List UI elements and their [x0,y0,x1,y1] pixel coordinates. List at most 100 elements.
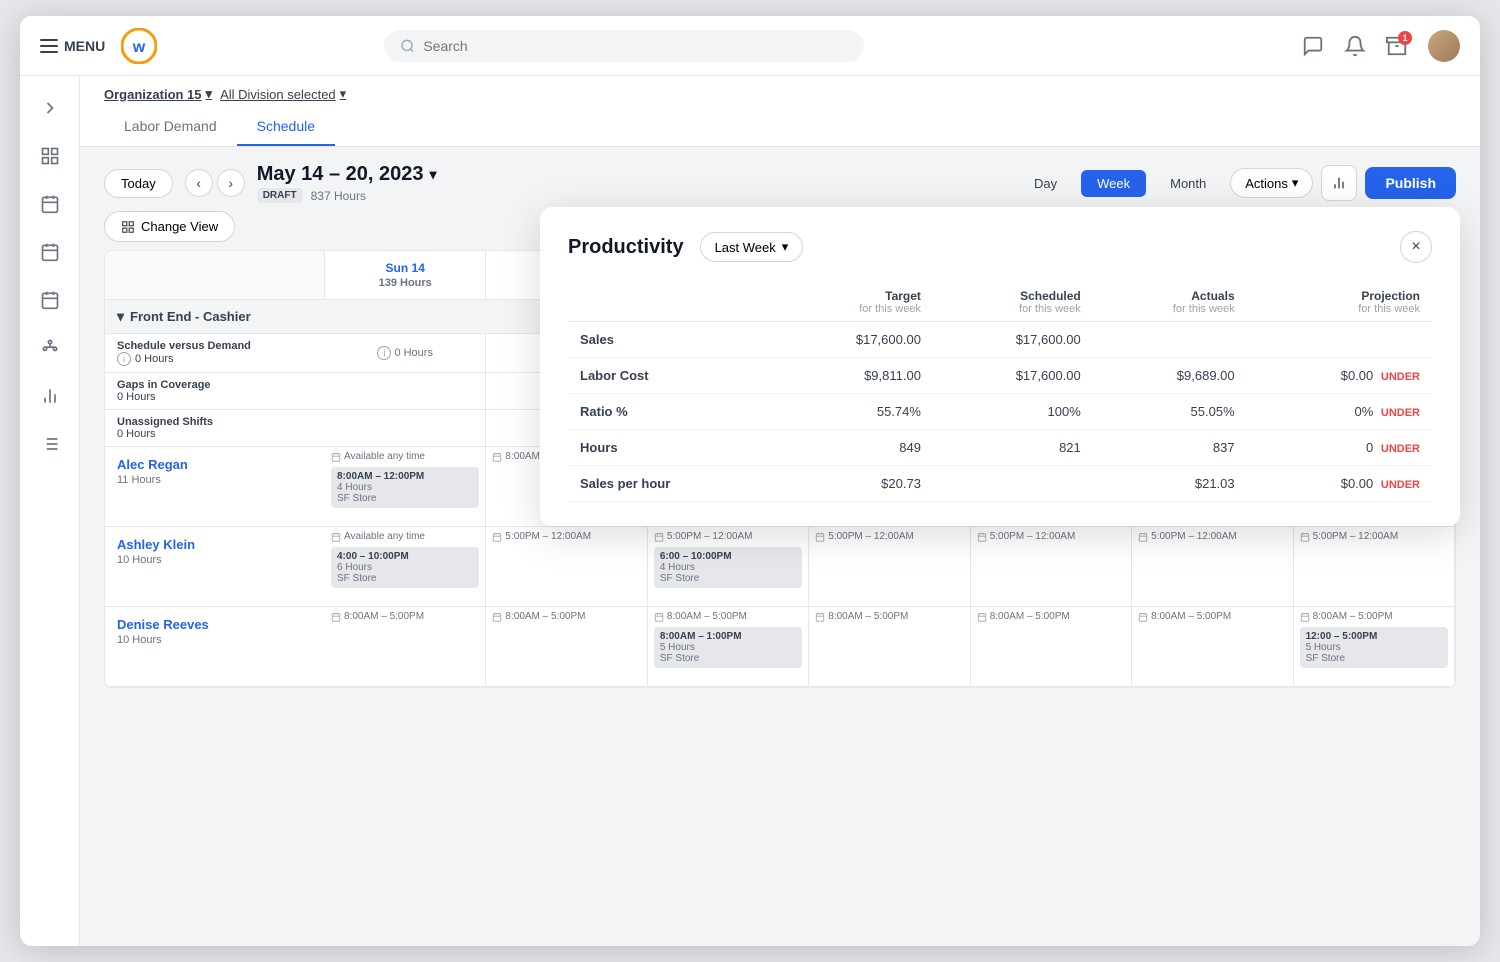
employee-row-2: Denise Reeves 10 Hours 8:00AM – 5:00PM 8… [105,607,1455,687]
prod-col-header-4: Projection for this week [1247,283,1432,322]
prod-row-hours: Hours 849 821 837 0 UNDER [568,430,1432,466]
employee-name-1[interactable]: Ashley Klein [117,537,313,552]
actions-button[interactable]: Actions ▾ [1230,168,1313,198]
employee-info-1: Ashley Klein 10 Hours [105,527,325,606]
employee-2-slot-6[interactable]: 8:00AM – 5:00PM 12:00 – 5:00PM 5 Hours S… [1294,607,1455,686]
employee-2-slot-0[interactable]: 8:00AM – 5:00PM [325,607,486,686]
under-tag-laborcost: UNDER [1381,371,1420,383]
header-empty [105,251,325,299]
workday-logo: w [121,28,157,64]
sidebar-icon-grid[interactable] [30,136,70,176]
employee-2-slot-5[interactable]: 8:00AM – 5:00PM [1132,607,1293,686]
user-avatar[interactable] [1428,30,1460,62]
nav-arrows: ‹ › [185,169,245,197]
view-day-button[interactable]: Day [1018,170,1073,197]
sidebar-icon-chart[interactable] [30,376,70,416]
menu-button[interactable]: MENU [40,38,105,54]
prod-val-laborcost-0: $9,811.00 [773,358,933,394]
notifications-icon[interactable] [1344,35,1366,57]
today-button[interactable]: Today [104,169,173,198]
prod-val-hours-3: 0 UNDER [1247,430,1432,466]
date-dropdown-icon[interactable]: ▾ [430,166,437,183]
inbox-icon[interactable]: 1 [1386,35,1408,57]
prod-label-laborcost: Labor Cost [568,358,773,394]
demand-cell-0: i 0 Hours [325,334,486,372]
prod-week-button[interactable]: Last Week ▾ [700,232,804,262]
next-week-button[interactable]: › [217,169,245,197]
tab-row: Labor Demand Schedule [104,108,1456,146]
view-month-button[interactable]: Month [1154,170,1222,197]
sidebar-icon-org[interactable] [30,328,70,368]
employee-1-slot-6[interactable]: 5:00PM – 12:00AM [1294,527,1455,606]
publish-button[interactable]: Publish [1365,167,1456,199]
day-header-0: Sun 14 139 Hours [325,251,486,299]
org-selector[interactable]: Organization 15 ▾ [104,86,212,102]
svg-text:w: w [132,39,146,56]
prod-header: Productivity Last Week ▾ × [568,231,1432,263]
unassigned-cell-0 [325,410,486,446]
info-icon-1[interactable]: i [117,352,131,366]
chart-icon-button[interactable] [1321,165,1357,201]
sidebar-icon-collapse[interactable] [30,88,70,128]
prod-val-hours-1: 821 [933,430,1093,466]
prod-val-sales-0: $17,600.00 [773,322,933,358]
prod-val-laborcost-2: $9,689.00 [1093,358,1247,394]
sub-nav: Organization 15 ▾ All Division selected … [80,76,1480,147]
prev-week-button[interactable]: ‹ [185,169,213,197]
prod-val-ratio-0: 55.74% [773,394,933,430]
gaps-cell-0 [325,373,486,409]
employee-2-slot-3[interactable]: 8:00AM – 5:00PM [809,607,970,686]
change-view-button[interactable]: Change View [104,211,235,242]
schedule-header: Today ‹ › May 14 – 20, 2023 ▾ DRAFT [80,147,1480,211]
search-bar[interactable] [384,30,864,62]
prod-val-ratio-1: 100% [933,394,1093,430]
sidebar-icon-list[interactable] [30,424,70,464]
schedule-left: Today ‹ › May 14 – 20, 2023 ▾ DRAFT [104,163,437,203]
sidebar-icon-calendar1[interactable] [30,184,70,224]
employee-2-slot-4[interactable]: 8:00AM – 5:00PM [971,607,1132,686]
employee-2-slot-1[interactable]: 8:00AM – 5:00PM [486,607,647,686]
search-icon [400,38,415,54]
prod-title: Productivity [568,236,684,259]
employee-2-slot-2[interactable]: 8:00AM – 5:00PM 8:00AM – 1:00PM 5 Hours … [648,607,809,686]
prod-close-button[interactable]: × [1400,231,1432,263]
search-input[interactable] [423,38,848,54]
employee-1-slot-3[interactable]: 5:00PM – 12:00AM [809,527,970,606]
sidebar-icon-calendar3[interactable] [30,280,70,320]
prod-row-ratio: Ratio % 55.74% 100% 55.05% 0% UNDER [568,394,1432,430]
tab-schedule[interactable]: Schedule [237,108,335,146]
nav-icons: 1 [1302,30,1460,62]
prod-col-header-0 [568,283,773,322]
prod-col-header-2: Scheduled for this week [933,283,1093,322]
employee-row-1: Ashley Klein 10 Hours Available any time… [105,527,1455,607]
division-selector[interactable]: All Division selected ▾ [220,86,346,102]
employee-name-2[interactable]: Denise Reeves [117,617,313,632]
under-tag-ratio: UNDER [1381,407,1420,419]
employee-info-2: Denise Reeves 10 Hours [105,607,325,686]
employee-name-0[interactable]: Alec Regan [117,457,313,472]
prod-col-header-1: Target for this week [773,283,933,322]
division-chevron-icon: ▾ [340,86,347,102]
prod-val-hours-0: 849 [773,430,933,466]
employee-1-slot-4[interactable]: 5:00PM – 12:00AM [971,527,1132,606]
tab-labor-demand[interactable]: Labor Demand [104,108,237,146]
prod-col-header-3: Actuals for this week [1093,283,1247,322]
employee-0-slot-0[interactable]: Available any time 8:00AM – 12:00PM 4 Ho… [325,447,486,526]
info-icon-2[interactable]: i [377,346,391,360]
employee-info-0: Alec Regan 11 Hours [105,447,325,526]
gaps-label: Gaps in Coverage 0 Hours [105,373,325,409]
employee-1-slot-0[interactable]: Available any time 4:00 – 10:00PM 6 Hour… [325,527,486,606]
employee-1-slot-1[interactable]: 5:00PM – 12:00AM [486,527,647,606]
employee-1-slot-5[interactable]: 5:00PM – 12:00AM [1132,527,1293,606]
view-week-button[interactable]: Week [1081,170,1146,197]
prod-label-ratio: Ratio % [568,394,773,430]
sidebar-icons [20,76,80,946]
section-chevron-icon[interactable]: ▾ [117,308,124,325]
date-range: May 14 – 20, 2023 ▾ DRAFT 837 Hours [257,163,437,203]
prod-week-chevron-icon: ▾ [782,239,789,255]
sidebar-icon-calendar2[interactable] [30,232,70,272]
productivity-panel: Productivity Last Week ▾ × Tar [540,207,1460,526]
prod-val-ratio-3: 0% UNDER [1247,394,1432,430]
employee-1-slot-2[interactable]: 5:00PM – 12:00AM 6:00 – 10:00PM 4 Hours … [648,527,809,606]
messages-icon[interactable] [1302,35,1324,57]
